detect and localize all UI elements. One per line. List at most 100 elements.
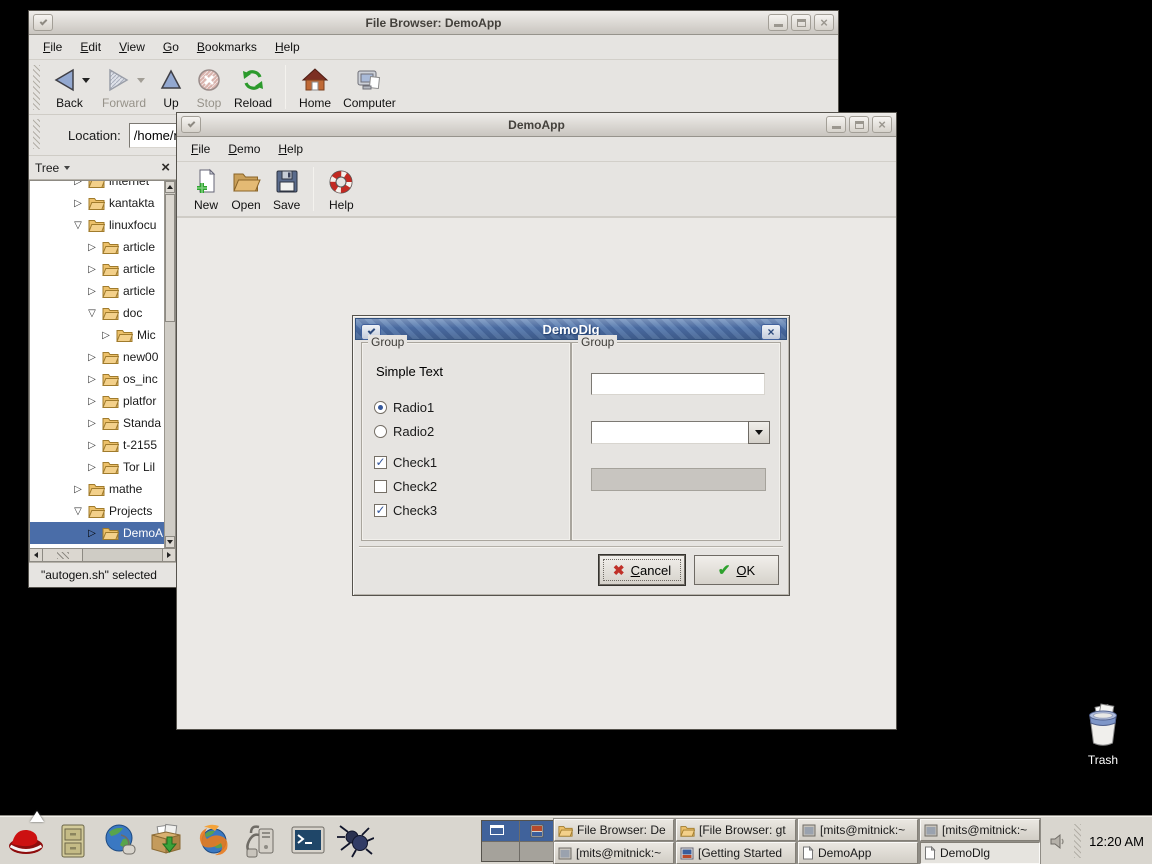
- minimize-button[interactable]: [826, 116, 846, 133]
- tree-item[interactable]: kantakta: [30, 192, 164, 214]
- radio-icon[interactable]: [374, 425, 387, 438]
- expander-icon[interactable]: [86, 242, 98, 253]
- terminal-icon[interactable]: [288, 821, 328, 861]
- panel-drag-handle[interactable]: [1074, 824, 1081, 858]
- tree-item[interactable]: article: [30, 258, 164, 280]
- mozilla-globe-icon[interactable]: [194, 821, 234, 861]
- taskbar-window-button[interactable]: [mits@mitnick:~: [798, 819, 918, 841]
- back-dropdown-icon[interactable]: [82, 78, 90, 83]
- scrollbar-thumb[interactable]: [165, 194, 175, 322]
- side-pane-close-icon[interactable]: ×: [161, 160, 170, 175]
- tree-item[interactable]: linuxfocu: [30, 214, 164, 236]
- file-cabinet-icon[interactable]: [53, 821, 93, 861]
- menu-item[interactable]: View: [111, 37, 153, 57]
- forward-button[interactable]: Forward: [96, 63, 152, 112]
- combo-input[interactable]: [591, 421, 749, 444]
- tree-item[interactable]: Mic: [30, 324, 164, 346]
- save-button[interactable]: Save: [267, 165, 306, 214]
- maximize-button[interactable]: [791, 14, 811, 31]
- tree-item[interactable]: DemoA: [30, 522, 164, 544]
- taskbar-window-button[interactable]: DemoDlg: [920, 842, 1040, 864]
- tree-item[interactable]: doc: [30, 302, 164, 324]
- tree-item[interactable]: new00: [30, 346, 164, 368]
- workspace-2[interactable]: [520, 821, 557, 841]
- scroll-left-button[interactable]: [30, 549, 43, 561]
- new-button[interactable]: New: [187, 165, 225, 214]
- ok-button[interactable]: ✔ OK: [694, 555, 779, 585]
- maximize-button[interactable]: [849, 116, 869, 133]
- expander-icon[interactable]: [86, 352, 98, 363]
- workspace-1[interactable]: [482, 821, 519, 841]
- tree-item[interactable]: Standa: [30, 412, 164, 434]
- demodlg-titlebar[interactable]: DemoDlg ×: [355, 318, 787, 340]
- reload-button[interactable]: Reload: [228, 63, 278, 112]
- tree-item[interactable]: internet: [30, 180, 164, 192]
- combo-box[interactable]: [591, 421, 770, 444]
- side-pane-header[interactable]: Tree ×: [29, 156, 176, 180]
- combo-dropdown-button[interactable]: [748, 421, 770, 444]
- menu-item[interactable]: Help: [267, 37, 308, 57]
- expander-icon[interactable]: [72, 484, 84, 495]
- expander-icon[interactable]: [100, 330, 112, 341]
- expander-icon[interactable]: [86, 308, 98, 319]
- speaker-icon[interactable]: [1049, 833, 1066, 850]
- menu-item[interactable]: Go: [155, 37, 187, 57]
- expander-icon[interactable]: [86, 418, 98, 429]
- taskbar-window-button[interactable]: [mits@mitnick:~: [920, 819, 1040, 841]
- menu-item[interactable]: Demo: [220, 139, 268, 159]
- checkbox-option[interactable]: Check2: [374, 478, 437, 494]
- package-manager-icon[interactable]: [147, 821, 187, 861]
- stop-button[interactable]: Stop: [190, 63, 228, 112]
- tree-item[interactable]: Tor Lil: [30, 456, 164, 478]
- clock[interactable]: 12:20 AM: [1089, 834, 1148, 849]
- help-button[interactable]: Help: [321, 165, 361, 214]
- scroll-down-button[interactable]: [165, 536, 175, 548]
- close-button[interactable]: ×: [872, 116, 892, 133]
- taskbar-window-button[interactable]: File Browser: De: [554, 819, 674, 841]
- radio-option[interactable]: Radio2: [374, 423, 434, 439]
- checkbox-icon[interactable]: [374, 480, 387, 493]
- hardware-icon[interactable]: [241, 821, 281, 861]
- bug-tool-icon[interactable]: [335, 821, 375, 861]
- expander-icon[interactable]: [86, 286, 98, 297]
- tree-horizontal-scrollbar[interactable]: [29, 548, 176, 562]
- demoapp-titlebar[interactable]: DemoApp ×: [177, 113, 896, 137]
- checkbox-option[interactable]: Check3: [374, 502, 437, 518]
- home-button[interactable]: Home: [293, 63, 337, 112]
- menu-item[interactable]: File: [183, 139, 218, 159]
- scrollbar-thumb[interactable]: [43, 549, 83, 561]
- minimize-button[interactable]: [768, 14, 788, 31]
- trash-desktop-icon[interactable]: Trash: [1072, 702, 1134, 767]
- menu-item[interactable]: Bookmarks: [189, 37, 265, 57]
- tree-item[interactable]: article: [30, 280, 164, 302]
- redhat-menu-icon[interactable]: [6, 821, 46, 861]
- expander-icon[interactable]: [86, 264, 98, 275]
- tree-item[interactable]: Projects: [30, 500, 164, 522]
- expander-icon[interactable]: [86, 528, 98, 539]
- expander-icon[interactable]: [86, 440, 98, 451]
- menu-item[interactable]: Edit: [72, 37, 109, 57]
- workspace-4[interactable]: [520, 842, 557, 862]
- window-menu-button[interactable]: [33, 14, 53, 31]
- scroll-up-button[interactable]: [165, 181, 175, 193]
- taskbar-window-button[interactable]: [mits@mitnick:~: [554, 842, 674, 864]
- window-menu-button[interactable]: [181, 116, 201, 133]
- open-button[interactable]: Open: [225, 165, 267, 214]
- taskbar-window-button[interactable]: [File Browser: gt: [676, 819, 796, 841]
- workspace-3[interactable]: [482, 842, 519, 862]
- expander-icon[interactable]: [72, 506, 84, 517]
- expander-icon[interactable]: [86, 396, 98, 407]
- expander-icon[interactable]: [72, 180, 84, 187]
- computer-button[interactable]: Computer: [337, 63, 402, 112]
- expander-icon[interactable]: [86, 462, 98, 473]
- file-browser-titlebar[interactable]: File Browser: DemoApp ×: [29, 11, 838, 35]
- radio-option[interactable]: Radio1: [374, 399, 434, 415]
- tree-item[interactable]: os_inc: [30, 368, 164, 390]
- tree-item[interactable]: article: [30, 236, 164, 258]
- cancel-button[interactable]: ✖ Cancel: [599, 555, 685, 585]
- checkbox-option[interactable]: Check1: [374, 454, 437, 470]
- tree-item[interactable]: platfor: [30, 390, 164, 412]
- taskbar-window-button[interactable]: DemoApp: [798, 842, 918, 864]
- taskbar-window-button[interactable]: [Getting Started: [676, 842, 796, 864]
- forward-dropdown-icon[interactable]: [137, 78, 145, 83]
